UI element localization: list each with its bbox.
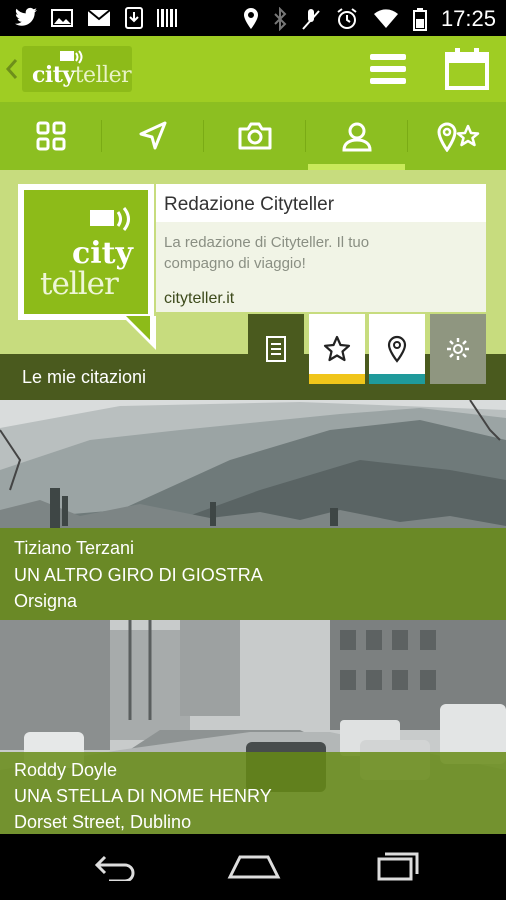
- battery-icon: [412, 7, 427, 31]
- clock-time: 17:25: [440, 6, 496, 31]
- app-bar: cityteller: [0, 36, 506, 102]
- action-quotes-button[interactable]: [248, 314, 304, 384]
- download-icon: [124, 6, 144, 30]
- calendar-icon: [445, 48, 489, 90]
- grid-icon: [36, 121, 65, 151]
- star-icon: [323, 335, 351, 362]
- quote-place: Dorset Street, Dublino: [14, 812, 192, 832]
- speech-bubble-icon: [90, 207, 130, 231]
- tab-profile[interactable]: [306, 102, 407, 170]
- bluetooth-icon: [273, 7, 287, 31]
- twitter-icon: [14, 7, 38, 29]
- mail-icon: [86, 7, 112, 29]
- profile-header: Le mie citazioni city teller Redazione C…: [0, 170, 506, 400]
- back-icon[interactable]: [4, 54, 20, 84]
- back-nav-button[interactable]: [84, 848, 144, 884]
- menu-icon: [370, 54, 406, 84]
- recents-nav-button[interactable]: [366, 848, 426, 884]
- quote-author: Tiziano Terzani: [14, 538, 135, 558]
- navigation-arrow-icon: [139, 121, 166, 150]
- tab-bar: [0, 102, 506, 170]
- tab-camera[interactable]: [204, 102, 305, 170]
- profile-description: La redazione di Cityteller. Il tuo compa…: [164, 234, 370, 272]
- tab-navigation[interactable]: [102, 102, 203, 170]
- logo-wordmark: cityteller: [32, 62, 132, 88]
- action-settings-button[interactable]: [430, 314, 486, 384]
- barcode-icon: [156, 7, 178, 29]
- tab-favorite-places[interactable]: [408, 102, 506, 170]
- action-favorites-button[interactable]: [309, 314, 365, 384]
- quote-author: Roddy Doyle: [14, 760, 118, 780]
- user-icon: [341, 122, 372, 152]
- alarm-icon: [335, 7, 359, 31]
- avatar[interactable]: city teller: [18, 184, 154, 320]
- back-nav-icon: [94, 855, 135, 881]
- profile-name: Redazione Cityteller: [164, 194, 335, 215]
- location-icon: [243, 7, 259, 31]
- quote-title: UN ALTRO GIRO DI GIOSTRA: [14, 565, 263, 585]
- action-places-button[interactable]: [369, 314, 425, 384]
- avatar-tail-inner: [126, 316, 150, 340]
- avatar-teller-text: teller: [40, 266, 119, 302]
- quote-card[interactable]: Roddy Doyle UNA STELLA DI NOME HENRY Dor…: [0, 620, 506, 834]
- tab-grid[interactable]: [0, 102, 101, 170]
- wifi-icon: [373, 8, 399, 30]
- avatar-logo: city teller: [24, 190, 148, 314]
- quote-place: Orsigna: [14, 591, 78, 611]
- places-color-bar: [369, 374, 425, 384]
- favorites-color-bar: [309, 374, 365, 384]
- recents-nav-icon: [377, 852, 419, 881]
- pin-star-icon: [436, 122, 479, 152]
- calendar-button[interactable]: [444, 46, 490, 92]
- profile-website[interactable]: cityteller.it: [164, 290, 234, 308]
- profile-body: La redazione di Cityteller. Il tuo compa…: [156, 222, 486, 312]
- camera-icon: [238, 122, 271, 150]
- gear-icon: [447, 338, 469, 360]
- section-label: Le mie citazioni: [22, 367, 147, 387]
- status-bar: 17:25: [0, 0, 506, 36]
- system-nav-bar: [0, 834, 506, 900]
- pin-icon: [387, 335, 407, 363]
- quote-card[interactable]: Tiziano Terzani UN ALTRO GIRO DI GIOSTRA…: [0, 400, 506, 620]
- mute-icon: [301, 7, 321, 31]
- profile-info: Redazione Cityteller La redazione di Cit…: [156, 184, 486, 312]
- home-nav-button[interactable]: [224, 848, 284, 884]
- home-nav-icon: [227, 855, 281, 879]
- menu-button[interactable]: [366, 50, 412, 88]
- image-icon: [50, 7, 74, 29]
- document-icon: [266, 336, 286, 362]
- quote-title: UNA STELLA DI NOME HENRY: [14, 786, 272, 806]
- app-logo[interactable]: cityteller: [22, 46, 132, 92]
